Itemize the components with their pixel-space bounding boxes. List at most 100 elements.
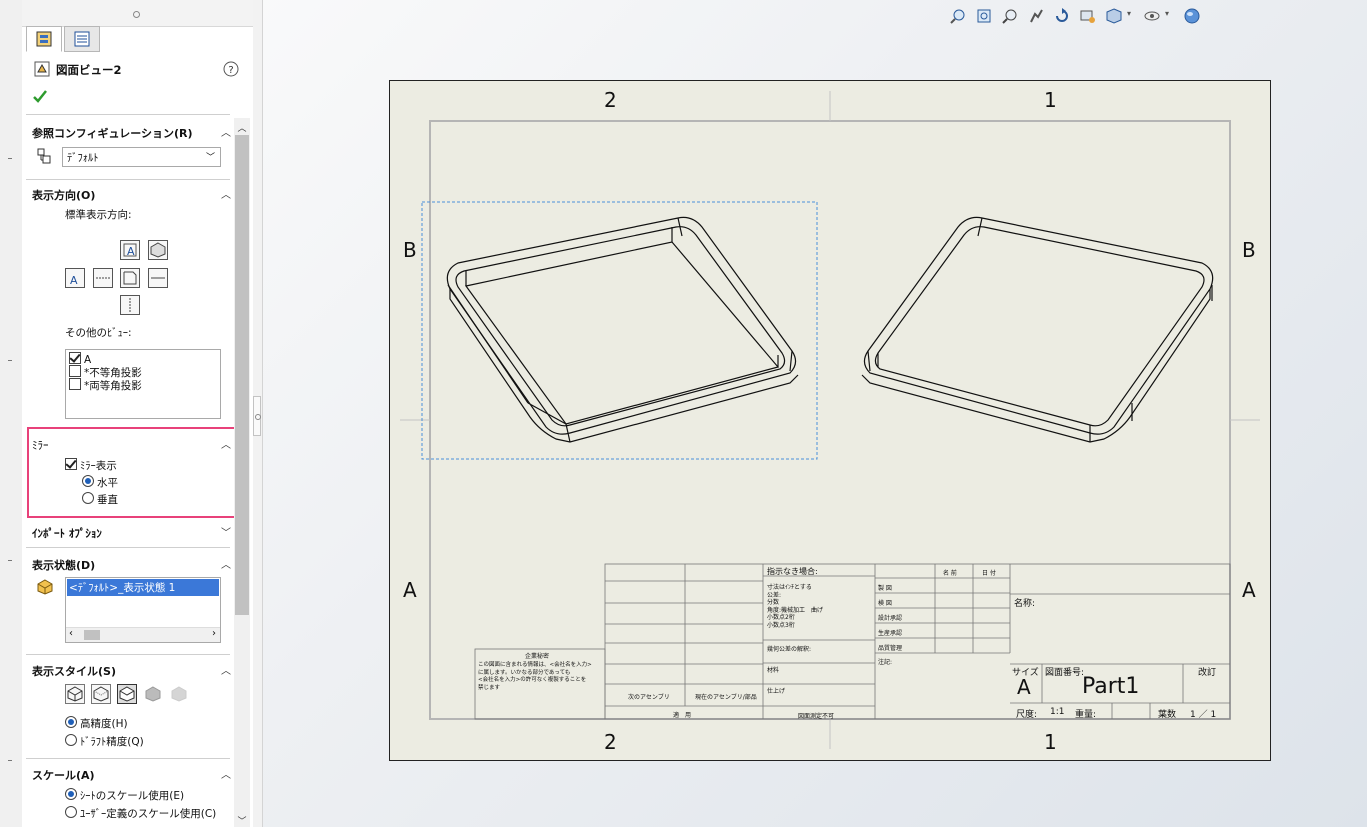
- checkbox[interactable]: [69, 378, 81, 390]
- dropdown-arrow-icon[interactable]: ▾: [1127, 9, 1131, 18]
- ok-checkmark-icon[interactable]: [32, 88, 48, 104]
- radio[interactable]: [82, 475, 94, 487]
- collapse-chevron-icon[interactable]: ︿: [221, 662, 231, 677]
- high-quality-radio[interactable]: 高精度(H): [65, 716, 128, 731]
- hidden-visible-style-button[interactable]: [91, 684, 111, 704]
- tb-used-on: 現在のアセンブリ/部品: [695, 694, 757, 701]
- tab-configuration[interactable]: [64, 26, 100, 52]
- list-item[interactable]: <ﾃﾞﾌｫﾙﾄ>_表示状態 1: [67, 579, 219, 596]
- user-defined-scale-radio[interactable]: ﾕｰｻﾞｰ定義のスケール使用(C): [65, 806, 216, 821]
- collapse-chevron-icon[interactable]: ︿: [221, 766, 231, 781]
- right-view-button[interactable]: [120, 268, 140, 288]
- zoom-to-fit-icon[interactable]: [950, 8, 966, 24]
- checkbox[interactable]: [69, 352, 81, 364]
- import-options-header[interactable]: ｲﾝﾎﾟｰﾄ ｵﾌﾟｼｮﾝ: [32, 525, 102, 541]
- view-orientation-icon[interactable]: [1106, 8, 1122, 24]
- left-edge-strip: [0, 0, 23, 827]
- zoom-icon[interactable]: [1002, 8, 1018, 24]
- dropdown-arrow-icon[interactable]: ▾: [1165, 9, 1169, 18]
- rotate-icon[interactable]: [1054, 8, 1070, 24]
- top-view-button[interactable]: [93, 268, 113, 288]
- drawing-sheet[interactable]: 2 1 2 1 B A B A 指示なき場合: 寸法はｲﾝﾁとする 公差: 分数…: [389, 80, 1271, 761]
- list-item[interactable]: A: [69, 352, 91, 366]
- tb-checked: 検 図: [878, 600, 892, 607]
- scroll-up-icon[interactable]: ︿: [234, 121, 250, 134]
- display-state-list: <ﾃﾞﾌｫﾙﾄ>_表示状態 1 ‹ ›: [65, 577, 221, 643]
- tb-application: 適 用: [673, 712, 692, 719]
- mirror-horizontal-radio[interactable]: 水平: [82, 475, 118, 490]
- use-sheet-scale-radio[interactable]: ｼｰﾄのスケール使用(E): [65, 788, 184, 803]
- collapse-chevron-icon[interactable]: ︿: [221, 186, 231, 201]
- list-item-label: *両等角投影: [84, 380, 142, 392]
- tray-view-right-mirrored: [861, 216, 1214, 443]
- tb-finish: 仕上げ: [767, 688, 786, 695]
- tb-dwg-no-value: Part1: [1082, 674, 1140, 699]
- scroll-thumb[interactable]: [84, 630, 100, 640]
- draft-quality-radio[interactable]: ﾄﾞﾗﾌﾄ精度(Q): [65, 734, 144, 749]
- help-icon[interactable]: ?: [223, 61, 239, 77]
- tb-dwg-no-label: 図面番号:: [1045, 668, 1085, 678]
- hide-show-items-icon[interactable]: [1144, 8, 1160, 24]
- tb-sheet-value: 1 ／ 1: [1190, 710, 1217, 720]
- svg-text:?: ?: [228, 65, 233, 76]
- orientation-header[interactable]: 表示方向(O): [32, 187, 95, 203]
- shaded-edges-style-button[interactable]: [143, 684, 163, 707]
- tb-spec-line: 寸法はｲﾝﾁとする: [767, 584, 812, 591]
- front-view-button[interactable]: A: [120, 240, 140, 260]
- zone-label-top: 2: [604, 88, 617, 112]
- collapse-chevron-icon[interactable]: ︿: [221, 436, 231, 451]
- ref-config-header[interactable]: 参照コンフィギュレーション(R): [32, 125, 193, 141]
- radio[interactable]: [65, 788, 77, 800]
- shaded-style-button[interactable]: [169, 684, 189, 707]
- zone-label-bottom: 1: [1044, 730, 1057, 754]
- appearance-globe-icon[interactable]: [1184, 8, 1200, 24]
- view-palette-icon[interactable]: [1080, 8, 1096, 24]
- tb-mfg-appr: 生産承認: [878, 630, 903, 637]
- horizontal-scrollbar[interactable]: ‹ ›: [66, 627, 220, 642]
- zoom-to-area-icon[interactable]: [976, 8, 992, 24]
- checkbox[interactable]: [69, 365, 81, 377]
- radio[interactable]: [82, 492, 94, 504]
- mirror-vertical-radio[interactable]: 垂直: [82, 492, 118, 507]
- panel-title: 図面ビュー2: [56, 63, 122, 77]
- scroll-down-icon[interactable]: ﹀: [234, 814, 250, 827]
- tb-eng-appr: 設計承認: [878, 615, 903, 622]
- mirror-header[interactable]: ﾐﾗｰ: [32, 437, 49, 453]
- collapse-chevron-icon[interactable]: ︿: [221, 124, 231, 139]
- drawing-view-icon: [34, 61, 50, 77]
- high-quality-label: 高精度(H): [80, 718, 128, 730]
- radio[interactable]: [65, 806, 77, 818]
- display-style-header[interactable]: 表示スタイル(S): [32, 663, 116, 679]
- back-view-button[interactable]: [148, 268, 168, 288]
- scale-header[interactable]: スケール(A): [32, 767, 95, 783]
- bottom-view-button[interactable]: [120, 295, 140, 315]
- display-state-header[interactable]: 表示状態(D): [32, 557, 95, 573]
- zone-label-right: A: [1242, 578, 1256, 602]
- isometric-view-button[interactable]: [148, 240, 168, 260]
- chevron-down-icon: ﹀: [205, 153, 215, 163]
- radio[interactable]: [65, 734, 77, 746]
- wireframe-style-button[interactable]: [65, 684, 85, 704]
- hidden-lines-removed-icon: [119, 686, 135, 702]
- pan-icon[interactable]: [1028, 8, 1044, 24]
- left-view-button[interactable]: A: [65, 268, 85, 288]
- scroll-thumb[interactable]: [235, 135, 249, 615]
- mirror-show-checkbox[interactable]: ﾐﾗｰ表示: [65, 458, 117, 473]
- panel-splitter[interactable]: [253, 0, 263, 827]
- list-icon: [74, 31, 90, 47]
- tb-rev-label: 改訂: [1198, 668, 1217, 678]
- shaded-icon: [171, 686, 187, 702]
- tb-unless-noted: 指示なき場合:: [767, 567, 818, 576]
- scroll-right-icon[interactable]: ›: [212, 628, 216, 639]
- ref-config-select[interactable]: ﾃﾞﾌｫﾙﾄ ﹀: [62, 147, 221, 167]
- list-item[interactable]: *両等角投影: [69, 378, 142, 393]
- tb-tolerance-interp: 幾何公差の解釈:: [767, 646, 812, 653]
- expand-chevron-icon[interactable]: ﹀: [221, 524, 231, 539]
- collapse-chevron-icon[interactable]: ︿: [221, 556, 231, 571]
- mirror-show-label: ﾐﾗｰ表示: [80, 460, 117, 472]
- radio[interactable]: [65, 716, 77, 728]
- hidden-removed-style-button[interactable]: [117, 684, 137, 704]
- scroll-left-icon[interactable]: ‹: [69, 628, 73, 639]
- checkbox[interactable]: [65, 458, 77, 470]
- tab-property-manager[interactable]: [26, 26, 62, 52]
